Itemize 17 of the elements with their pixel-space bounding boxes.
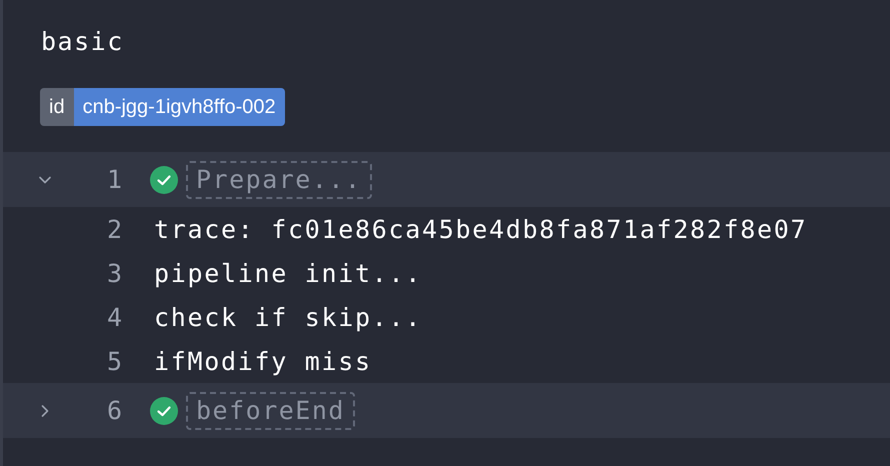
line-number: 4 [106,302,122,332]
log-line: pipeline init... [154,258,422,288]
line-number: 2 [106,214,122,244]
step-title: beforeEnd [186,392,355,430]
line-number: 5 [106,346,122,376]
line-number: 3 [106,258,122,288]
log-line: ifModify miss [154,346,372,376]
job-title: basic [41,26,125,58]
log-line: check if skip... [154,302,422,332]
log-line: trace: fc01e86ca45be4db8fa871af282f8e07 [154,214,808,244]
log-group-header[interactable]: 1 Prepare... [3,152,890,207]
step-title: Prepare... [186,160,372,198]
line-number: 1 [106,165,122,194]
badge-value: cnb-jgg-1igvh8ffo-002 [74,88,285,126]
badge-key: id [40,88,74,126]
line-number: 6 [106,396,122,425]
log-group-header[interactable]: 6 beforeEnd [3,383,890,438]
